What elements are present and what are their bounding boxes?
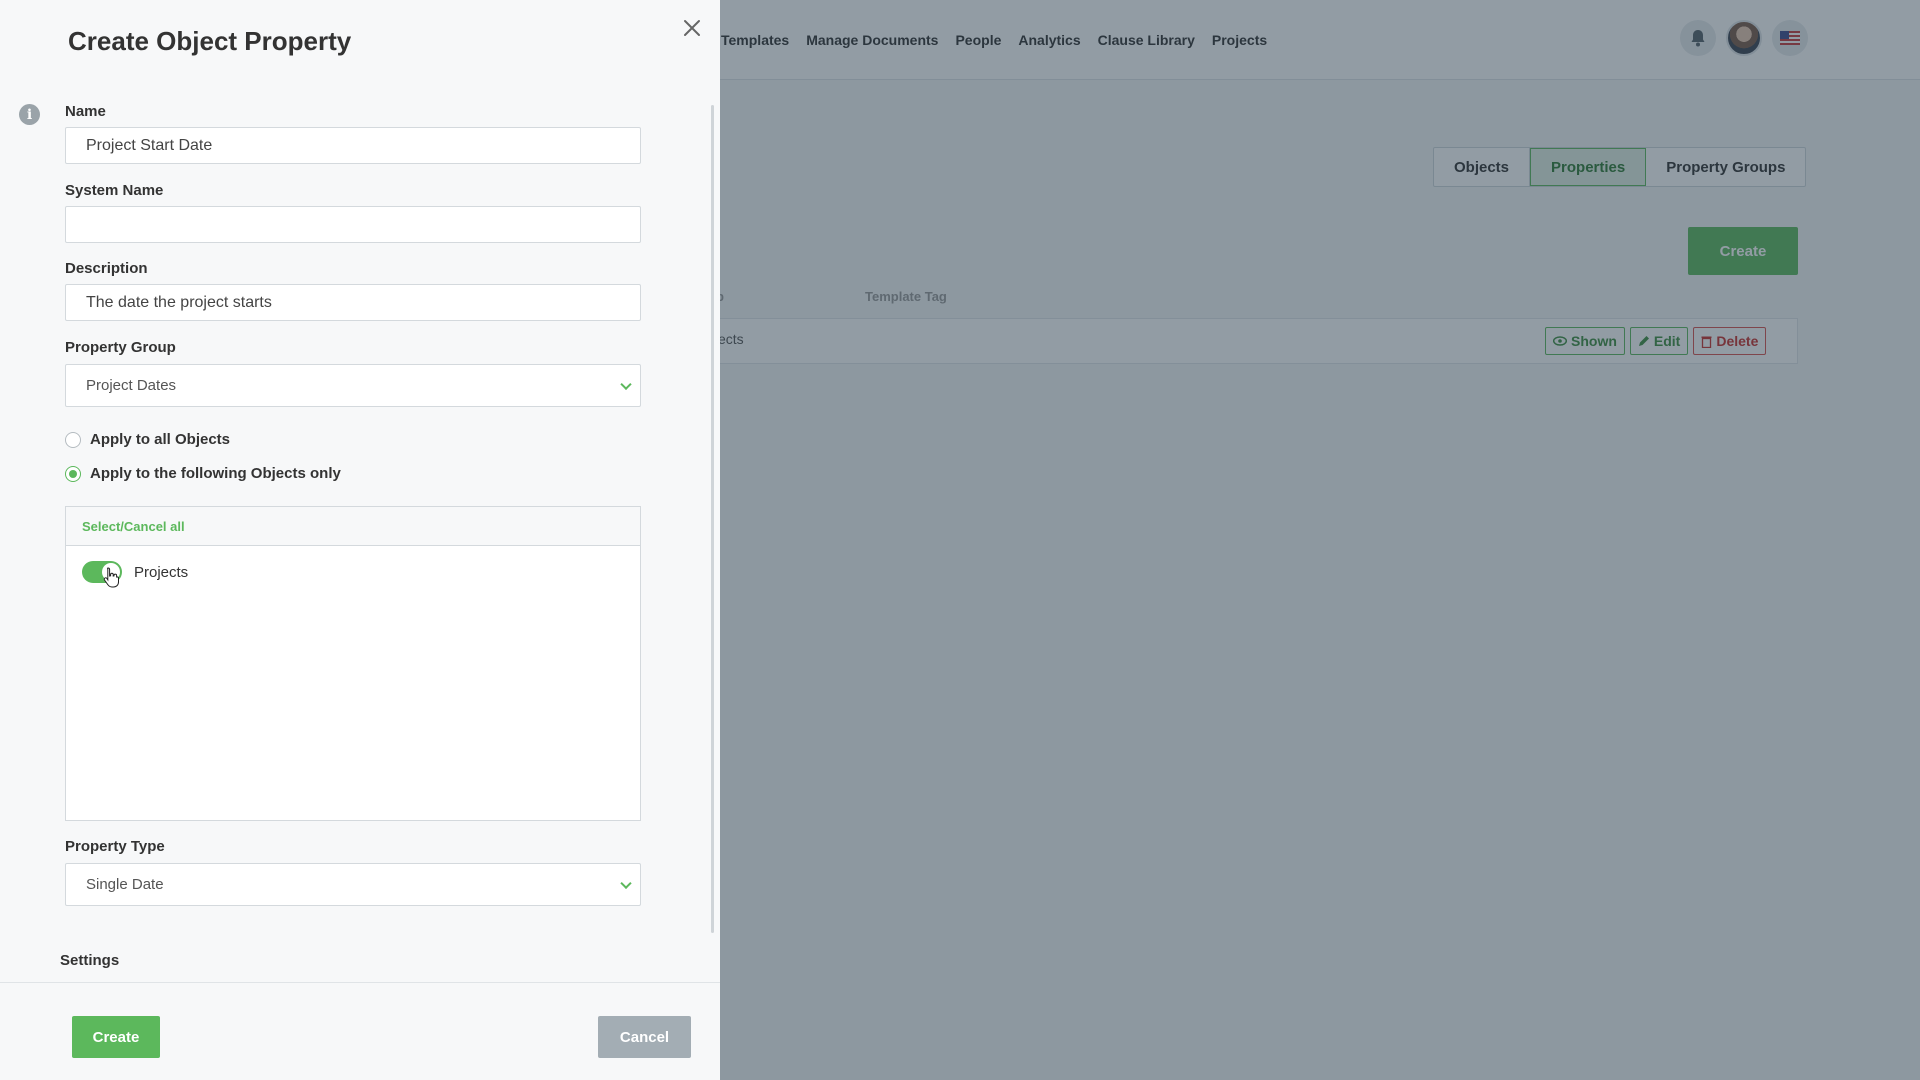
apply-some-radio[interactable]: Apply to the following Objects only <box>65 465 341 482</box>
create-object-property-panel: Create Object Property i Name Project St… <box>0 0 720 1080</box>
panel-scrollbar[interactable] <box>711 105 714 933</box>
settings-section-heading: Settings <box>60 952 120 969</box>
system-name-input[interactable] <box>65 206 641 243</box>
hand-cursor-icon <box>103 567 119 588</box>
cancel-button[interactable]: Cancel <box>598 1016 691 1058</box>
list-item: Projects <box>82 561 188 583</box>
close-icon[interactable] <box>680 16 704 40</box>
property-type-select[interactable]: Single Date <box>65 863 641 906</box>
description-label: Description <box>65 260 148 277</box>
name-label: Name <box>65 103 106 120</box>
radio-button-selected[interactable] <box>65 465 81 482</box>
create-button[interactable]: Create <box>72 1016 160 1058</box>
name-input[interactable]: Project Start Date <box>65 127 641 164</box>
radio-button[interactable] <box>65 431 81 448</box>
objects-list: Select/Cancel all Projects <box>65 506 641 821</box>
select-cancel-all-link[interactable]: Select/Cancel all <box>66 507 640 546</box>
property-type-label: Property Type <box>65 838 165 855</box>
property-group-value: Project Dates <box>86 377 177 394</box>
projects-label: Projects <box>134 563 189 581</box>
property-group-label: Property Group <box>65 339 176 356</box>
property-group-select[interactable]: Project Dates <box>65 364 641 407</box>
apply-all-label: Apply to all Objects <box>90 431 231 448</box>
panel-title: Create Object Property <box>68 26 352 56</box>
apply-some-label: Apply to the following Objects only <box>90 465 341 482</box>
chevron-down-icon <box>620 877 632 889</box>
apply-all-radio[interactable]: Apply to all Objects <box>65 431 230 448</box>
property-type-value: Single Date <box>86 876 164 893</box>
system-name-label: System Name <box>65 182 164 199</box>
chevron-down-icon <box>620 378 632 390</box>
description-input[interactable]: The date the project starts <box>65 284 641 321</box>
info-icon[interactable]: i <box>19 104 40 125</box>
